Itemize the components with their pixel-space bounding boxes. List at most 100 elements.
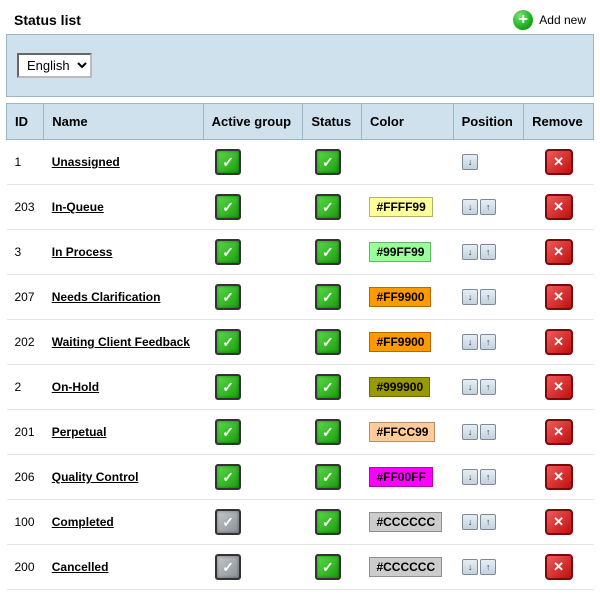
status-name-link[interactable]: Waiting Client Feedback (52, 335, 190, 349)
move-down-button[interactable]: ↓ (462, 199, 478, 215)
move-up-button[interactable]: ↑ (480, 424, 496, 440)
remove-button[interactable]: ✕ (545, 554, 573, 580)
close-icon: ✕ (553, 469, 564, 485)
status-checkbox[interactable]: ✓ (315, 329, 341, 355)
status-name-link[interactable]: On-Hold (52, 380, 99, 394)
cell-color: #FF9900 (361, 320, 453, 365)
status-checkbox[interactable]: ✓ (315, 374, 341, 400)
status-checkbox[interactable]: ✓ (315, 464, 341, 490)
cell-active: ✓ (203, 365, 303, 410)
color-chip[interactable]: #FF00FF (369, 467, 432, 487)
move-up-button[interactable]: ↑ (480, 379, 496, 395)
color-chip[interactable]: #FF9900 (369, 287, 431, 307)
cell-position: ↓↑ (453, 185, 524, 230)
color-chip[interactable]: #999900 (369, 377, 430, 397)
table-row: 2 On-Hold ✓ ✓ #999900 ↓↑ ✕ (7, 365, 594, 410)
add-new-button[interactable]: + Add new (513, 10, 586, 30)
cell-id: 1 (7, 140, 44, 185)
cell-name: On-Hold (44, 365, 203, 410)
checkmark-icon: ✓ (322, 154, 334, 171)
status-checkbox[interactable]: ✓ (315, 554, 341, 580)
active-checkbox[interactable]: ✓ (215, 464, 241, 490)
cell-status: ✓ (303, 230, 362, 275)
remove-button[interactable]: ✕ (545, 374, 573, 400)
cell-id: 2 (7, 365, 44, 410)
active-checkbox[interactable]: ✓ (215, 509, 241, 535)
remove-button[interactable]: ✕ (545, 194, 573, 220)
color-chip[interactable]: #CCCCCC (369, 557, 442, 577)
remove-button[interactable]: ✕ (545, 239, 573, 265)
move-down-button[interactable]: ↓ (462, 289, 478, 305)
move-down-button[interactable]: ↓ (462, 559, 478, 575)
status-checkbox[interactable]: ✓ (315, 509, 341, 535)
status-name-link[interactable]: Needs Clarification (52, 290, 161, 304)
table-row: 203In-Queue✓✓#FFFF99↓↑✕ (7, 185, 594, 230)
status-name-link[interactable]: In-Queue (52, 200, 104, 214)
active-checkbox[interactable]: ✓ (215, 554, 241, 580)
remove-button[interactable]: ✕ (545, 419, 573, 445)
table-row: 207Needs Clarification✓✓#FF9900↓↑✕ (7, 275, 594, 320)
status-name-link[interactable]: Quality Control (52, 470, 139, 484)
checkmark-icon: ✓ (222, 289, 234, 306)
move-up-button[interactable]: ↑ (480, 289, 496, 305)
move-down-button[interactable]: ↓ (462, 334, 478, 350)
move-up-button[interactable]: ↑ (480, 514, 496, 530)
active-checkbox[interactable]: ✓ (215, 329, 241, 355)
color-chip[interactable]: #FF9900 (369, 332, 431, 352)
color-chip[interactable]: #FFCC99 (369, 422, 435, 442)
cell-id: 201 (7, 410, 44, 455)
cell-status: ✓ (303, 545, 362, 590)
move-up-button[interactable]: ↑ (480, 559, 496, 575)
move-down-button[interactable]: ↓ (462, 244, 478, 260)
active-checkbox[interactable]: ✓ (215, 239, 241, 265)
remove-button[interactable]: ✕ (545, 284, 573, 310)
active-checkbox[interactable]: ✓ (215, 419, 241, 445)
col-id: ID (7, 104, 44, 140)
color-chip[interactable]: #CCCCCC (369, 512, 442, 532)
move-up-button[interactable]: ↑ (480, 244, 496, 260)
status-checkbox[interactable]: ✓ (315, 194, 341, 220)
cell-remove: ✕ (524, 140, 594, 185)
cell-status: ✓ (303, 185, 362, 230)
status-checkbox[interactable]: ✓ (315, 149, 341, 175)
active-checkbox[interactable]: ✓ (215, 194, 241, 220)
cell-remove: ✕ (524, 410, 594, 455)
status-checkbox[interactable]: ✓ (315, 239, 341, 265)
close-icon: ✕ (553, 199, 564, 215)
remove-button[interactable]: ✕ (545, 329, 573, 355)
move-down-button[interactable]: ↓ (462, 424, 478, 440)
move-down-button[interactable]: ↓ (462, 514, 478, 530)
status-checkbox[interactable]: ✓ (315, 419, 341, 445)
active-checkbox[interactable]: ✓ (215, 374, 241, 400)
status-name-link[interactable]: Unassigned (52, 155, 120, 169)
remove-button[interactable]: ✕ (545, 509, 573, 535)
col-active: Active group (203, 104, 303, 140)
cell-name: Waiting Client Feedback (44, 320, 203, 365)
remove-button[interactable]: ✕ (545, 149, 573, 175)
cell-name: Quality Control (44, 455, 203, 500)
move-down-button[interactable]: ↓ (462, 154, 478, 170)
status-name-link[interactable]: Cancelled (52, 560, 109, 574)
color-chip[interactable]: #99FF99 (369, 242, 431, 262)
cell-status: ✓ (303, 365, 362, 410)
color-chip[interactable]: #FFFF99 (369, 197, 432, 217)
status-name-link[interactable]: In Process (52, 245, 113, 259)
move-up-button[interactable]: ↑ (480, 334, 496, 350)
move-down-button[interactable]: ↓ (462, 469, 478, 485)
move-up-button[interactable]: ↑ (480, 469, 496, 485)
active-checkbox[interactable]: ✓ (215, 149, 241, 175)
cell-name: In Process (44, 230, 203, 275)
cell-name: Perpetual (44, 410, 203, 455)
status-name-link[interactable]: Perpetual (52, 425, 107, 439)
table-row: 1 Unassigned ✓ ✓ ↓ ✕ (7, 140, 594, 185)
cell-color: #FFCC99 (361, 410, 453, 455)
move-down-button[interactable]: ↓ (462, 379, 478, 395)
move-up-button[interactable]: ↑ (480, 199, 496, 215)
language-select[interactable]: English (17, 53, 92, 78)
status-name-link[interactable]: Completed (52, 515, 114, 529)
cell-remove: ✕ (524, 275, 594, 320)
table-row: 3In Process✓✓#99FF99↓↑✕ (7, 230, 594, 275)
active-checkbox[interactable]: ✓ (215, 284, 241, 310)
remove-button[interactable]: ✕ (545, 464, 573, 490)
status-checkbox[interactable]: ✓ (315, 284, 341, 310)
